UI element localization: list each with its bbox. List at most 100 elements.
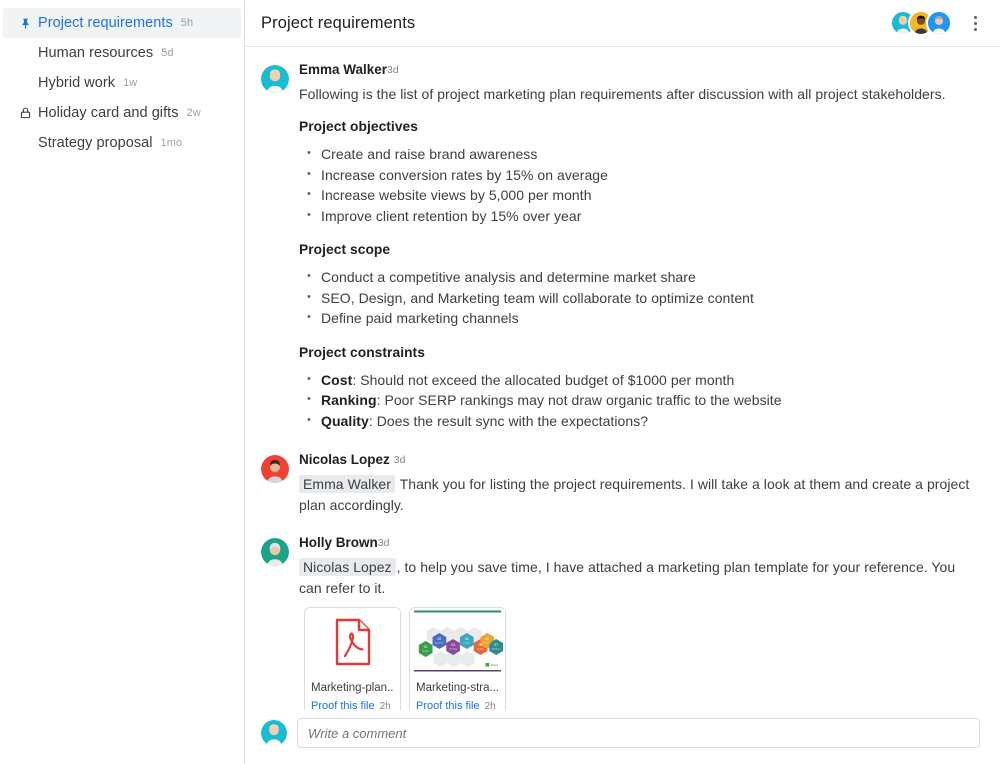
message-timestamp: 3d: [394, 454, 406, 466]
list-item-label: Cost: [321, 372, 352, 388]
participants-avatar-stack[interactable]: [890, 10, 952, 36]
message-thread: Emma Walker3d Following is the list of p…: [245, 47, 1000, 710]
attachment-name: Marketing-plan...: [311, 680, 394, 696]
message-author: Emma Walker: [299, 62, 387, 77]
message-item: Emma Walker3d Following is the list of p…: [261, 61, 980, 447]
list-project-objectives: Create and raise brand awareness Increas…: [299, 144, 980, 226]
attachment-thumbnail: 010203 040506 07 MarketResearchStrategy …: [410, 608, 505, 676]
sidebar-item-time: 1w: [123, 77, 137, 89]
attachment-name: Marketing-stra...: [416, 680, 499, 696]
main-panel: Project requirements: [245, 0, 1000, 764]
sidebar: Project requirements 5h Human resources …: [0, 0, 245, 764]
message-body: Emma Walker3d Following is the list of p…: [299, 61, 980, 447]
svg-text:01: 01: [424, 645, 428, 649]
sidebar-item-time: 2w: [187, 107, 201, 119]
message-avatar: [261, 534, 289, 710]
message-text: Emma Walker Thank you for listing the pr…: [299, 474, 980, 516]
list-item-text: Define paid marketing channels: [321, 310, 519, 326]
message-text-body: Thank you for listing the project requir…: [299, 476, 969, 513]
sidebar-item-human-resources[interactable]: Human resources 5d: [3, 38, 241, 68]
attachment-card-pdf[interactable]: Marketing-plan... Proof this file 2h: [304, 607, 401, 710]
svg-text:04: 04: [465, 637, 469, 641]
attachment-card-image[interactable]: 010203 040506 07 MarketResearchStrategy …: [409, 607, 506, 710]
message-author-line: Holly Brown3d: [299, 534, 980, 552]
list-item: SEO, Design, and Marketing team will col…: [307, 288, 980, 309]
sidebar-item-label: Project requirements: [38, 15, 173, 31]
sidebar-item-hybrid-work[interactable]: Hybrid work 1w: [3, 68, 241, 98]
list-item: Improve client retention by 15% over yea…: [307, 206, 980, 227]
svg-text:06: 06: [485, 637, 489, 641]
message-intro-text: Following is the list of project marketi…: [299, 84, 980, 105]
svg-text:02: 02: [437, 637, 441, 641]
list-item: Create and raise brand awareness: [307, 144, 980, 165]
message-author: Holly Brown: [299, 535, 378, 550]
list-item-label: Quality: [321, 413, 369, 429]
list-item: Ranking: Poor SERP rankings may not draw…: [307, 390, 980, 411]
list-item: Define paid marketing channels: [307, 308, 980, 329]
message-timestamp: 3d: [378, 537, 390, 549]
section-title-project-constraints: Project constraints: [299, 345, 980, 360]
sidebar-item-holiday-card-and-gifts[interactable]: Holiday card and gifts 2w: [3, 98, 241, 128]
svg-text:Proof: Proof: [491, 663, 498, 667]
list-item-text: : Poor SERP rankings may not draw organi…: [377, 392, 782, 408]
sidebar-item-label: Strategy proposal: [38, 135, 153, 151]
list-project-constraints: Cost: Should not exceed the allocated bu…: [299, 370, 980, 432]
sidebar-item-time: 1mo: [161, 137, 183, 149]
comment-composer: [245, 710, 1000, 764]
svg-text:03: 03: [451, 643, 455, 647]
message-avatar: [261, 451, 289, 524]
comment-input[interactable]: [297, 718, 980, 748]
page-title: Project requirements: [261, 14, 890, 33]
list-item: Cost: Should not exceed the allocated bu…: [307, 370, 980, 391]
lock-icon: [19, 106, 37, 120]
message-timestamp: 3d: [387, 64, 399, 76]
more-vertical-icon[interactable]: [964, 10, 986, 36]
message-text: Nicolas Lopez, to help you save time, I …: [299, 557, 980, 599]
attachment-meta: Marketing-plan... Proof this file 2h: [305, 676, 400, 710]
hexagon-infographic-thumbnail: 010203 040506 07 MarketResearchStrategy …: [410, 608, 505, 676]
list-item-text: : Does the result sync with the expectat…: [369, 413, 648, 429]
attachment-list: Marketing-plan... Proof this file 2h: [304, 607, 980, 710]
section-title-project-objectives: Project objectives: [299, 119, 980, 134]
attachment-footer: Proof this file 2h: [311, 696, 394, 710]
list-item-text: Increase conversion rates by 15% on aver…: [321, 167, 608, 183]
message-author-line: Nicolas Lopez 3d: [299, 451, 980, 469]
message-text-body: , to help you save time, I have attached…: [299, 559, 955, 596]
proof-this-file-link[interactable]: Proof this file: [311, 700, 375, 710]
list-project-scope: Conduct a competitive analysis and deter…: [299, 267, 980, 329]
topbar: Project requirements: [245, 0, 1000, 47]
pdf-icon: [333, 618, 373, 666]
list-item-text: Create and raise brand awareness: [321, 146, 537, 162]
list-item-text: Conduct a competitive analysis and deter…: [321, 269, 696, 285]
avatar[interactable]: [926, 10, 952, 36]
sidebar-item-time: 5d: [161, 47, 173, 59]
svg-text:Research: Research: [435, 642, 445, 644]
attachment-time: 2h: [485, 701, 496, 710]
list-item-label: Ranking: [321, 392, 377, 408]
list-item: Quality: Does the result sync with the e…: [307, 411, 980, 432]
list-item: Increase website views by 5,000 per mont…: [307, 185, 980, 206]
avatar: [261, 538, 289, 566]
sidebar-item-time: 5h: [181, 17, 193, 29]
message-item: Holly Brown3d Nicolas Lopez, to help you…: [261, 534, 980, 710]
message-author: Nicolas Lopez: [299, 452, 390, 467]
avatar: [261, 455, 289, 483]
list-item-text: : Should not exceed the allocated budget…: [352, 372, 734, 388]
svg-text:Channels: Channels: [483, 642, 492, 644]
sidebar-item-label: Hybrid work: [38, 75, 115, 91]
list-item: Increase conversion rates by 15% on aver…: [307, 165, 980, 186]
mention-chip[interactable]: Emma Walker: [299, 475, 395, 493]
svg-text:05: 05: [479, 643, 483, 647]
pin-icon: [19, 17, 37, 30]
sidebar-item-project-requirements[interactable]: Project requirements 5h: [3, 8, 241, 38]
attachment-time: 2h: [380, 701, 391, 710]
section-title-project-scope: Project scope: [299, 242, 980, 257]
sidebar-item-strategy-proposal[interactable]: Strategy proposal 1mo: [3, 128, 241, 158]
list-item: Conduct a competitive analysis and deter…: [307, 267, 980, 288]
proof-this-file-link[interactable]: Proof this file: [416, 700, 480, 710]
message-item: Nicolas Lopez 3d Emma Walker Thank you fo…: [261, 451, 980, 524]
mention-chip[interactable]: Nicolas Lopez: [299, 558, 396, 576]
current-user-avatar: [261, 720, 287, 746]
sidebar-item-label: Human resources: [38, 45, 153, 61]
message-body: Holly Brown3d Nicolas Lopez, to help you…: [299, 534, 980, 710]
